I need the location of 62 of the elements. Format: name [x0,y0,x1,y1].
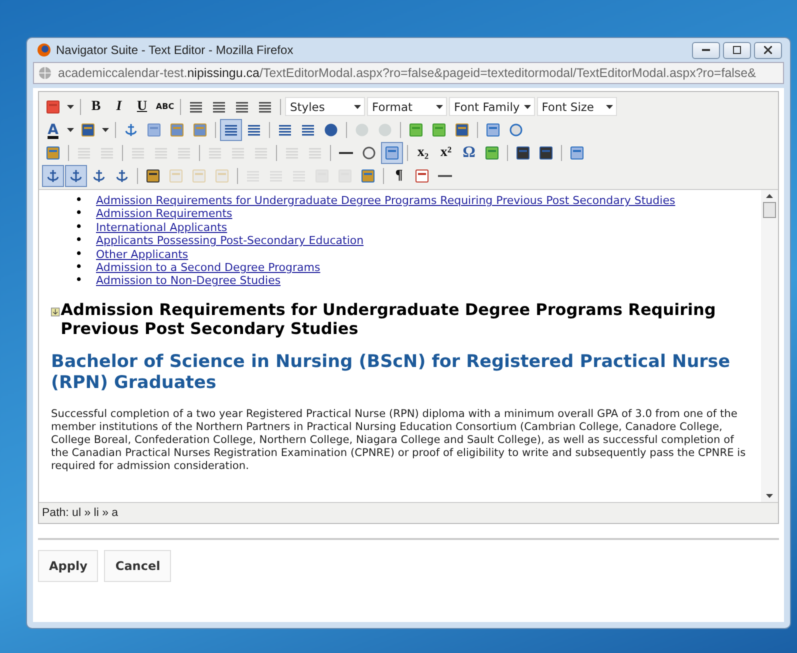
apply-button[interactable]: Apply [38,550,98,582]
page-link[interactable]: Admission to Non-Degree Studies [96,274,281,288]
minimize-icon [702,49,710,51]
page-link[interactable]: Admission to a Second Degree Programs [96,261,320,274]
caret-icon[interactable] [67,104,74,108]
globe-icon [38,66,52,80]
omega-button[interactable]: Ω [458,142,480,164]
pilcrow-button[interactable]: ¶ [388,164,410,186]
page-link[interactable]: Admission Requirements for Undergraduate Degree Programs Requiring Previous Post Secondary Studies [96,194,676,207]
minimize-button[interactable] [692,42,720,58]
url-text: academiccalendar-test.nipissingu.ca/TextEditorModal.aspx?ro=false&pageid=texteditormodal/TextEditorModal.aspx?ro=false& [58,66,756,80]
toolbar-dropdown[interactable]: Font Size [536,97,617,116]
bold-button[interactable]: B [85,96,107,118]
address-bar[interactable]: academiccalendar-test.nipissingu.ca/TextEditorModal.aspx?ro=false&pageid=texteditormodal/TextEditorModal.aspx?ro=false& [33,62,784,84]
caret-icon[interactable] [67,128,74,132]
program-heading: Bachelor of Science in Nursing (BScN) for Registered Practical Nurse (RPN) Graduates [51,352,732,394]
link-button[interactable] [42,164,64,186]
scroll-down-icon[interactable] [766,494,773,498]
page-link[interactable]: Admission Requirements [96,207,232,220]
rule-icon [339,152,353,154]
text-color-button[interactable]: A [42,118,64,140]
bullet-marker: • [75,234,84,248]
caret-icon[interactable] [102,128,109,132]
superscript-button[interactable]: x² [435,142,457,164]
subscript-button[interactable]: x₂ [412,142,434,164]
maximize-button[interactable] [723,42,751,58]
section-heading: Admission Requirements for Undergraduate Degree Programs Requiring Previous Post Secondary Studies [60,300,717,338]
bullet-marker: • [75,220,84,234]
bullet-marker: • [75,261,84,274]
cancel-button[interactable]: Cancel [104,550,172,582]
body-paragraph: Successful completion of a two year Registered Practical Nurse (RPN) diploma with a minimum overall GPA of 3.0 from one of the member institutions of the Northern Partners in Practical Nursing Education Consortium (Cambrian College, Canadore College, College Boreal, Confederation College, Northern College, Niagara College and Sault College), as well as successful completion of the Canadian Practical Nurses Registration Examination (CPNRE) or proof of eligibility to write and subsequently pass the CPNRE is required for admission consideration. [51,408,747,473]
bullet-marker: • [75,194,84,208]
bullet-marker: • [75,274,84,288]
close-button[interactable] [754,42,782,58]
caret-icon [436,104,443,108]
element-path: Path: ul » li » a [39,502,778,523]
bullet-marker: • [75,207,84,221]
page-link[interactable]: International Applicants [96,220,228,234]
scroll-thumb[interactable] [763,202,776,218]
maximize-icon [733,46,741,54]
scroll-up-icon[interactable] [766,194,773,198]
page-link[interactable]: Applicants Possessing Post-Secondary Education [96,234,364,248]
table-button[interactable] [381,142,403,164]
close-icon [764,46,772,54]
page-link[interactable]: Other Applicants [96,248,188,261]
anchor-icon [91,168,107,184]
italic-button[interactable]: I [108,96,130,118]
toolbar-dropdown[interactable]: Format [367,97,447,116]
browser-logo-icon [37,43,51,57]
window-title: Navigator Suite - Text Editor - Mozilla Firefox [56,43,294,57]
underline-button[interactable]: U [131,96,153,118]
strike-button[interactable]: ABC [154,96,176,118]
toolbar-dropdown[interactable]: Font Family [449,97,535,116]
bullet-marker: • [75,248,84,262]
anchor-marker-icon [51,306,60,318]
caret-icon [524,104,531,108]
toolbar-dropdown[interactable]: Styles [285,97,365,116]
scrollbar[interactable] [761,190,778,502]
caret-icon [606,104,613,108]
caret-icon [354,104,361,108]
bullet-list-button[interactable] [220,118,242,140]
unlink-button[interactable] [65,164,87,186]
